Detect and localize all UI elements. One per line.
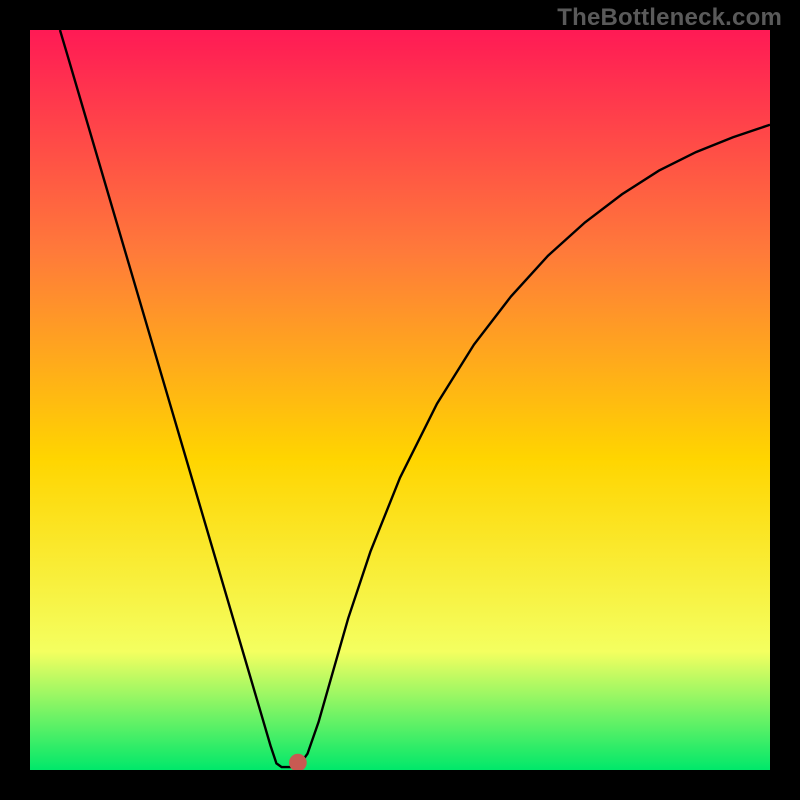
watermark-text: TheBottleneck.com (557, 4, 782, 32)
plot-svg (30, 30, 770, 770)
gradient-background (30, 30, 770, 770)
plot-area (30, 30, 770, 770)
chart-frame: TheBottleneck.com (0, 0, 800, 800)
